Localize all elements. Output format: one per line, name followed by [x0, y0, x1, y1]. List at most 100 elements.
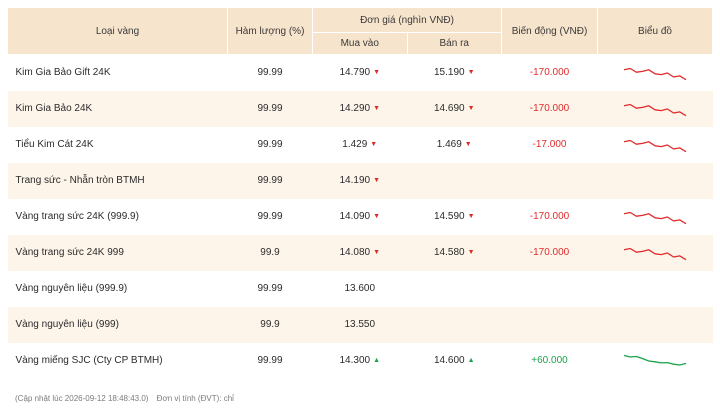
column-header-purity: Hàm lượng (%): [227, 7, 313, 55]
cell-sell-price-value: 14.580: [433, 247, 465, 258]
cell-chart: [597, 342, 713, 379]
cell-gold-type: Tiểu Kim Cát 24K: [7, 126, 228, 163]
cell-buy-price-value: 13.550: [344, 319, 376, 330]
cell-sell-price: 14.580 ▼: [407, 234, 502, 271]
cell-buy-price: 14.790 ▼: [312, 54, 407, 91]
down-arrow-icon: ▼: [467, 249, 475, 256]
cell-purity: 99.99: [227, 162, 313, 199]
cell-buy-price-value: 14.090: [339, 211, 371, 222]
cell-buy-price-value: 1.429: [342, 139, 368, 150]
table-row: Vàng nguyên liệu (999) 99.9 13.550: [7, 306, 713, 343]
cell-gold-type: Vàng trang sức 24K (999.9): [7, 198, 228, 235]
cell-purity: 99.99: [227, 54, 313, 91]
cell-sell-price: 15.190 ▼: [407, 54, 502, 91]
table-row: Vàng nguyên liệu (999.9) 99.99 13.600: [7, 270, 713, 307]
down-arrow-icon: ▼: [373, 249, 381, 256]
cell-change: +60.000: [501, 342, 598, 379]
cell-chart: [597, 126, 713, 163]
down-arrow-icon: ▼: [373, 177, 381, 184]
up-arrow-icon: ▲: [373, 357, 381, 364]
cell-purity: 99.99: [227, 270, 313, 307]
cell-buy-price: 1.429 ▼: [312, 126, 407, 163]
cell-change: -170.000: [501, 90, 598, 127]
cell-sell-price: 14.690 ▼: [407, 90, 502, 127]
cell-purity: 99.99: [227, 342, 313, 379]
cell-chart: [597, 162, 713, 199]
down-arrow-icon: ▼: [373, 105, 381, 112]
sparkline-chart: [623, 139, 687, 152]
down-arrow-icon: ▼: [467, 213, 475, 220]
sparkline-line: [623, 139, 687, 152]
table-footer: (Cập nhật lúc 2026-09-12 18:48:43.0) Đơn…: [15, 394, 240, 403]
cell-chart: [597, 198, 713, 235]
cell-buy-price-value: 14.790: [339, 67, 371, 79]
change-value: -170.000: [529, 67, 570, 79]
table-row: Trang sức - Nhẫn tròn BTMH 99.99 14.190 ▼: [7, 162, 713, 199]
cell-gold-type: Vàng nguyên liệu (999.9): [7, 270, 228, 307]
cell-change: -17.000: [501, 126, 598, 163]
table-row: Vàng trang sức 24K 999 99.9 14.080 ▼ 14.580 ▼…: [7, 234, 713, 271]
sparkline-chart: [623, 103, 687, 116]
cell-buy-price: 14.290 ▼: [312, 90, 407, 127]
table-row: Vàng trang sức 24K (999.9) 99.99 14.090 ▼ 14…: [7, 198, 713, 235]
cell-change: [501, 162, 598, 199]
sparkline-chart: [623, 211, 687, 224]
column-header-chart: Biểu đồ: [597, 7, 713, 55]
cell-buy-price-value: 14.290: [339, 103, 371, 114]
cell-buy-price-value: 14.190: [339, 175, 371, 186]
cell-sell-price: 1.469 ▼: [407, 126, 502, 163]
cell-buy-price: 13.550: [312, 306, 407, 343]
gold-price-table: Loại vàng Hàm lượng (%) Đơn giá (nghìn V…: [7, 7, 713, 379]
table-row: Kim Gia Bảo Gift 24K 99.99 14.790 ▼ 15.190 ▼ -…: [7, 54, 713, 91]
cell-sell-price-value: 14.590: [433, 211, 465, 222]
table-row: Tiểu Kim Cát 24K 99.99 1.429 ▼ 1.469 ▼ -17.000: [7, 126, 713, 163]
cell-sell-price-value: 1.469: [436, 139, 462, 150]
cell-chart: [597, 270, 713, 307]
column-header-sell: Bán ra: [406, 32, 502, 55]
cell-sell-price-value: 15.190: [433, 67, 465, 79]
cell-gold-type: Vàng trang sức 24K 999: [7, 234, 228, 271]
sparkline-line: [623, 211, 687, 224]
down-arrow-icon: ▼: [370, 141, 378, 148]
up-arrow-icon: ▲: [467, 357, 475, 364]
cell-sell-price: [407, 270, 502, 307]
cell-change: [501, 270, 598, 307]
cell-gold-type: Vàng nguyên liệu (999): [7, 306, 228, 343]
column-header-gold-type: Loại vàng: [7, 7, 228, 55]
change-value: -170.000: [529, 103, 570, 114]
cell-buy-price: 14.090 ▼: [312, 198, 407, 235]
cell-purity: 99.9: [227, 234, 313, 271]
table-row: Vàng miếng SJC (Cty CP BTMH) 99.99 14.300 ▲…: [7, 342, 713, 379]
down-arrow-icon: ▼: [467, 105, 475, 112]
cell-gold-type: Kim Gia Bảo Gift 24K: [7, 54, 228, 91]
cell-chart: [597, 306, 713, 343]
cell-purity: 99.9: [227, 306, 313, 343]
cell-buy-price: 14.080 ▼: [312, 234, 407, 271]
cell-change: [501, 306, 598, 343]
cell-chart: [597, 90, 713, 127]
cell-sell-price: [407, 306, 502, 343]
cell-purity: 99.99: [227, 126, 313, 163]
sparkline-chart: [623, 354, 687, 366]
cell-gold-type: Kim Gia Bảo 24K: [7, 90, 228, 127]
cell-sell-price-value: 14.690: [433, 103, 465, 114]
cell-buy-price: 13.600: [312, 270, 407, 307]
cell-purity: 99.99: [227, 90, 313, 127]
cell-buy-price: 14.300 ▲: [312, 342, 407, 379]
cell-change: -170.000: [501, 234, 598, 271]
last-updated-text: (Cập nhật lúc 2026-09-12 18:48:43.0): [15, 394, 149, 403]
cell-gold-type: Trang sức - Nhẫn tròn BTMH: [7, 162, 228, 199]
cell-buy-price: 14.190 ▼: [312, 162, 407, 199]
sparkline-chart: [623, 67, 687, 81]
cell-change: -170.000: [501, 198, 598, 235]
table-row: Kim Gia Bảo 24K 99.99 14.290 ▼ 14.690 ▼ -170.0…: [7, 90, 713, 127]
change-value: +60.000: [531, 355, 568, 366]
down-arrow-icon: ▼: [373, 213, 381, 220]
gold-price-table-container: Loại vàng Hàm lượng (%) Đơn giá (nghìn V…: [7, 7, 713, 379]
column-header-buy: Mua vào: [312, 32, 408, 55]
cell-chart: [597, 234, 713, 271]
sparkline-line: [623, 247, 687, 260]
column-header-unit-price: Đơn giá (nghìn VNĐ): [312, 7, 502, 33]
unit-text: Đơn vị tính (ĐVT): chỉ: [156, 394, 234, 403]
cell-sell-price-value: 14.600: [433, 355, 465, 366]
